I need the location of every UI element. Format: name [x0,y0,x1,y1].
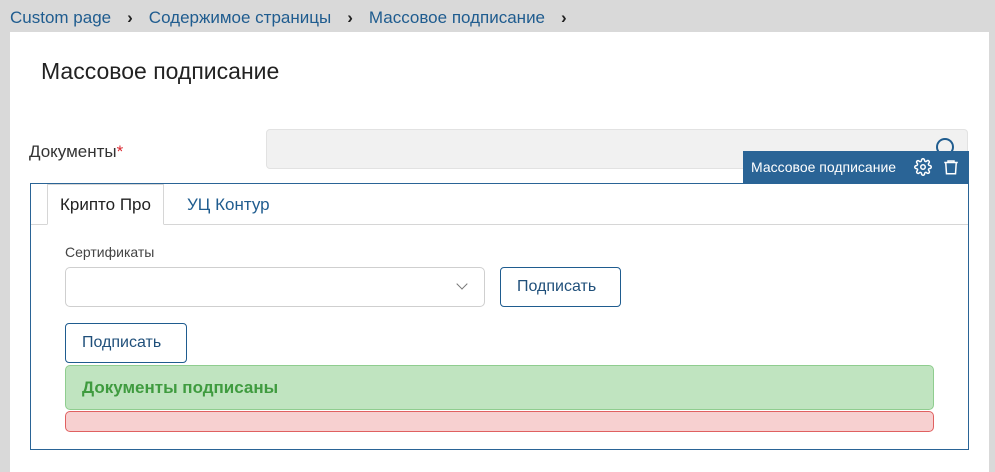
chevron-down-icon [456,278,468,290]
documents-label-text: Документы [29,142,117,161]
chevron-right-icon: › [347,8,353,27]
certificates-label: Сертификаты [65,244,155,260]
error-alert [65,411,934,432]
breadcrumb-item-mass-signing[interactable]: Массовое подписание [369,8,545,28]
chevron-right-icon: › [561,8,567,27]
success-alert: Документы подписаны [65,365,934,410]
breadcrumb: Custom page › Содержимое страницы › Масс… [10,6,583,30]
widget-name: Массовое подписание [751,159,897,175]
gear-icon[interactable] [913,157,933,177]
documents-label: Документы* [29,142,123,162]
content-panel: Массовое подписание Документы* Крипто Пр… [10,32,989,472]
certificates-select[interactable] [65,267,485,307]
trash-icon[interactable] [941,157,961,177]
chevron-right-icon: › [127,8,133,27]
mass-signing-widget: Крипто Про УЦ Контур Сертификаты Подписа… [30,183,969,450]
tab-uc-kontur[interactable]: УЦ Контур [175,184,282,225]
sign-button[interactable]: Подписать [500,267,621,307]
breadcrumb-item-page-content[interactable]: Содержимое страницы [149,8,331,28]
required-mark: * [116,142,124,161]
page-title: Массовое подписание [41,58,280,84]
tabs-bar: Крипто Про УЦ Контур [31,184,968,225]
widget-toolbar: Массовое подписание [743,151,969,183]
tab-kripto-pro[interactable]: Крипто Про [47,184,164,225]
breadcrumb-item-custom-page[interactable]: Custom page [10,8,111,28]
sign-button-secondary[interactable]: Подписать [65,323,187,363]
